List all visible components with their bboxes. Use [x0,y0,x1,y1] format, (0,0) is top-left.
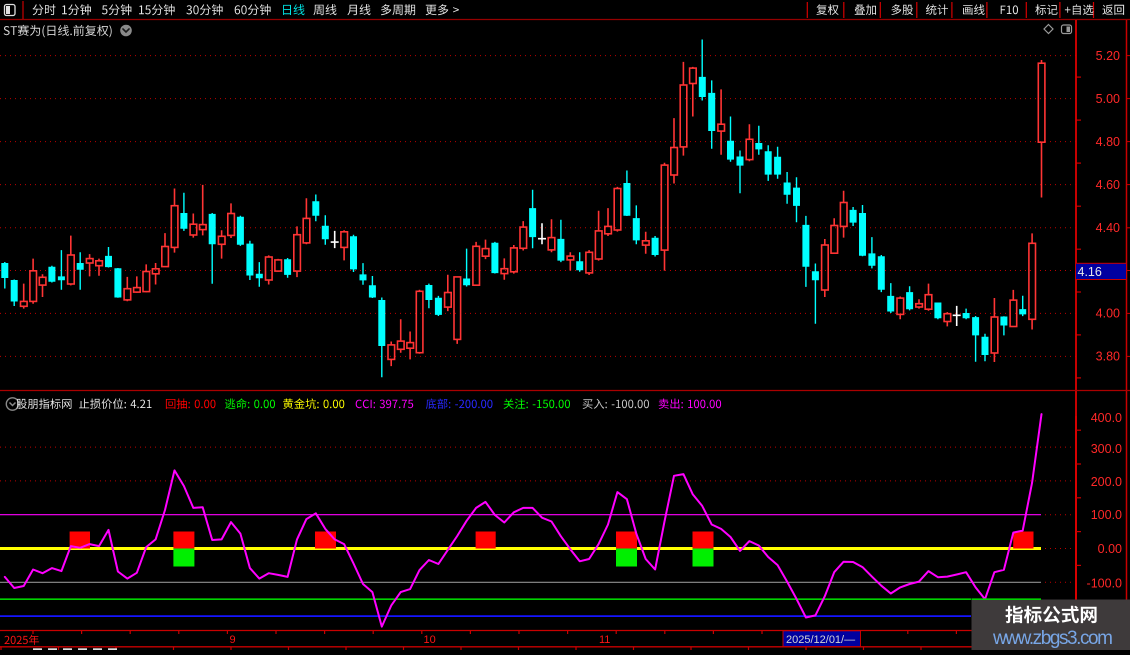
svg-text:3.80: 3.80 [1096,350,1120,364]
svg-text:2025/12/01/—: 2025/12/01/— [786,634,855,646]
svg-text:4.16: 4.16 [1078,265,1102,279]
svg-text:4.40: 4.40 [1096,221,1120,235]
svg-text:4.80: 4.80 [1096,135,1120,149]
svg-text:4.00: 4.00 [1096,307,1120,321]
svg-text:100.0: 100.0 [1091,508,1122,522]
svg-text:11: 11 [599,634,610,646]
svg-text:www.zbgs3.com: www.zbgs3.com [992,628,1113,649]
svg-text:0.00: 0.00 [1098,542,1122,556]
svg-text:9: 9 [230,634,236,646]
svg-text:5.00: 5.00 [1096,92,1120,106]
svg-text:10: 10 [424,634,436,646]
svg-text:-100.0: -100.0 [1087,577,1122,591]
svg-text:300.0: 300.0 [1091,442,1122,456]
svg-text:400.0: 400.0 [1091,411,1122,425]
svg-text:5.20: 5.20 [1096,49,1120,63]
svg-text:200.0: 200.0 [1091,475,1122,489]
svg-text:4.60: 4.60 [1096,178,1120,192]
